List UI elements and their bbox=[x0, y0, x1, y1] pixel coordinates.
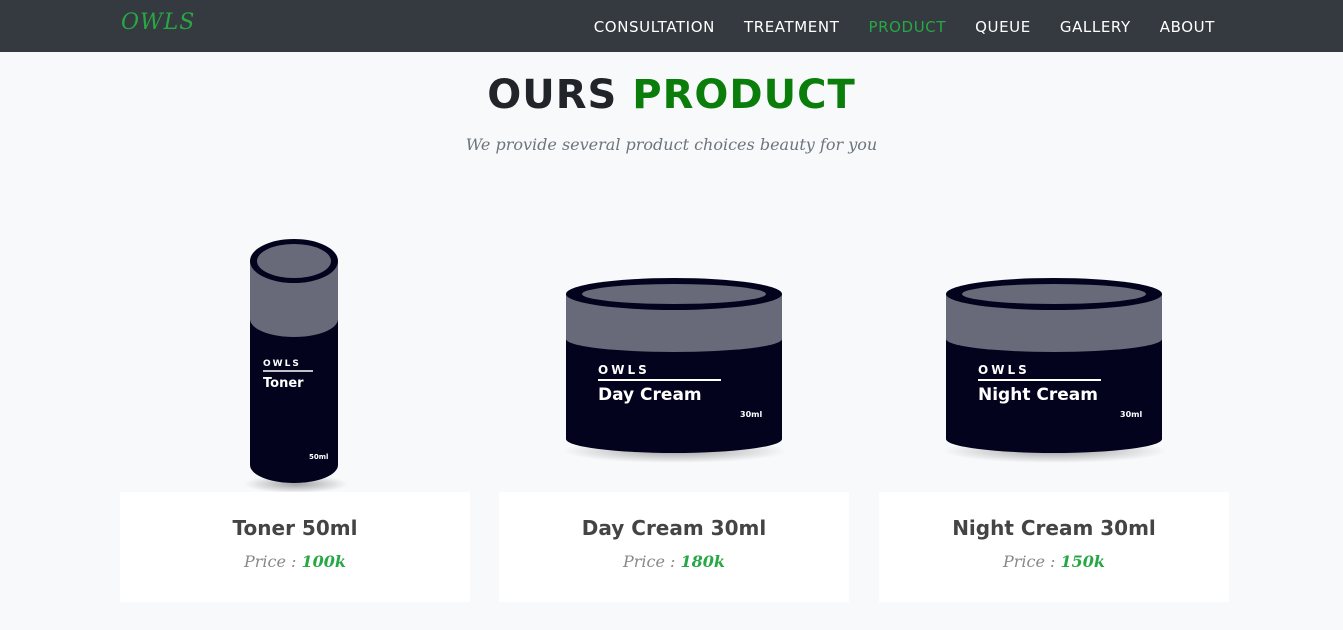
section-title-part1: OURS bbox=[487, 72, 618, 118]
nav-item-queue: QUEUE bbox=[975, 17, 1031, 36]
nav-item-about: ABOUT bbox=[1160, 17, 1215, 36]
product-name: Day Cream 30ml bbox=[581, 516, 767, 540]
section-subtitle: We provide several product choices beaut… bbox=[465, 135, 878, 154]
price-label: Price : bbox=[1002, 552, 1056, 571]
day-cream-package-size: 30ml bbox=[740, 410, 762, 419]
nav-item-product: PRODUCT bbox=[868, 17, 946, 36]
product-price: Price : 150k bbox=[879, 552, 1229, 571]
price-value: 150k bbox=[1060, 552, 1105, 571]
navbar: OWLS CONSULTATION TREATMENT PRODUCT QUEU… bbox=[0, 0, 1343, 52]
toner-bottle-image[interactable]: OWLS Toner 50ml bbox=[120, 215, 470, 492]
price-value: 100k bbox=[301, 552, 346, 571]
nav-link-about[interactable]: ABOUT bbox=[1160, 18, 1215, 36]
toner-package-name: Toner bbox=[263, 376, 304, 391]
product-card-night-cream[interactable]: Night Cream 30ml Price : 150k bbox=[879, 492, 1229, 602]
product-item-toner: OWLS Toner 50ml Toner 50ml Price : 100k bbox=[120, 215, 470, 602]
product-name: Toner 50ml bbox=[232, 516, 358, 540]
product-card-day-cream[interactable]: Day Cream 30ml Price : 180k bbox=[499, 492, 849, 602]
product-item-day-cream: OWLS Day Cream 30ml Day Cream 30ml Price… bbox=[499, 215, 849, 602]
product-price: Price : 100k bbox=[120, 552, 470, 571]
product-price: Price : 180k bbox=[499, 552, 849, 571]
night-cream-package-size: 30ml bbox=[1120, 410, 1142, 419]
night-cream-package-brand: OWLS bbox=[978, 363, 1030, 377]
product-item-night-cream: OWLS Night Cream 30ml Night Cream 30ml P… bbox=[879, 215, 1229, 602]
night-cream-package-name: Night Cream bbox=[978, 385, 1098, 405]
nav-link-product[interactable]: PRODUCT bbox=[868, 18, 946, 36]
brand-logo[interactable]: OWLS bbox=[121, 10, 195, 35]
day-cream-package-name: Day Cream bbox=[598, 385, 702, 405]
nav-item-gallery: GALLERY bbox=[1060, 17, 1131, 36]
toner-package-size: 50ml bbox=[309, 453, 328, 461]
nav-item-consultation: CONSULTATION bbox=[594, 17, 715, 36]
section-title-part2: PRODUCT bbox=[632, 72, 856, 118]
nav-link-gallery[interactable]: GALLERY bbox=[1060, 18, 1131, 36]
price-label: Price : bbox=[622, 552, 676, 571]
night-cream-jar-image[interactable]: OWLS Night Cream 30ml bbox=[879, 215, 1229, 492]
nav-link-queue[interactable]: QUEUE bbox=[975, 18, 1031, 36]
nav-item-treatment: TREATMENT bbox=[744, 17, 840, 36]
day-cream-jar-image[interactable]: OWLS Day Cream 30ml bbox=[499, 215, 849, 492]
day-cream-package-brand: OWLS bbox=[598, 363, 650, 377]
nav-link-treatment[interactable]: TREATMENT bbox=[744, 18, 840, 36]
nav-link-consultation[interactable]: CONSULTATION bbox=[594, 18, 715, 36]
price-value: 180k bbox=[680, 552, 725, 571]
product-name: Night Cream 30ml bbox=[952, 516, 1156, 540]
toner-package-brand: OWLS bbox=[263, 359, 301, 369]
nav-menu: CONSULTATION TREATMENT PRODUCT QUEUE GAL… bbox=[594, 0, 1215, 52]
section-title: OURS PRODUCT bbox=[0, 72, 1343, 118]
product-card-toner[interactable]: Toner 50ml Price : 100k bbox=[120, 492, 470, 602]
price-label: Price : bbox=[243, 552, 297, 571]
